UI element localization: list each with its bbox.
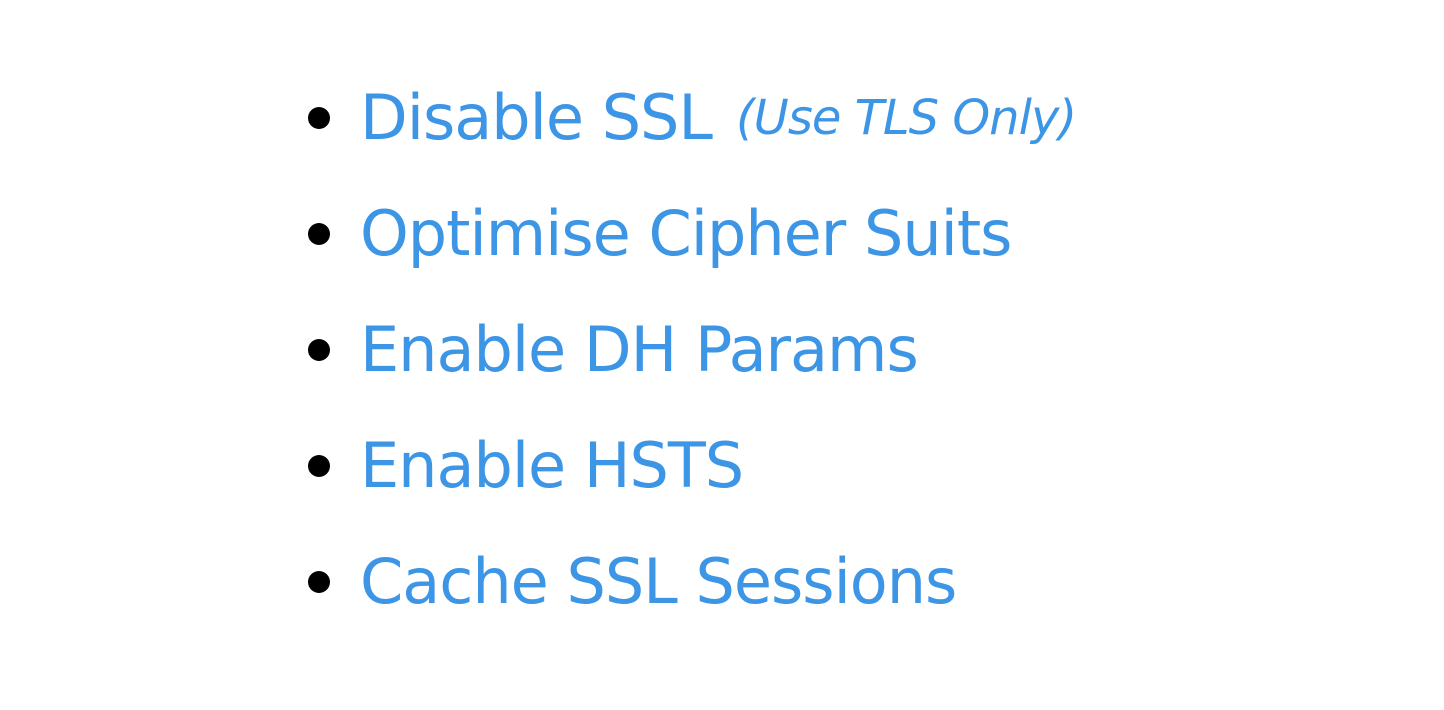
bullet-icon (308, 339, 330, 361)
bullet-list: Disable SSL (Use TLS Only) Optimise Ciph… (308, 60, 1077, 640)
list-item: Cache SSL Sessions (308, 524, 1076, 640)
list-item-text: Optimise Cipher Suits (360, 197, 1012, 270)
list-item: Enable HSTS (308, 408, 1076, 524)
bullet-icon (308, 455, 330, 477)
list-item: Optimise Cipher Suits (308, 176, 1076, 292)
slide: Disable SSL (Use TLS Only) Optimise Ciph… (0, 0, 1444, 710)
list-item-text: Enable DH Params (360, 313, 919, 386)
list-item-text: Disable SSL (360, 81, 713, 154)
list-item-note: (Use TLS Only) (735, 90, 1077, 146)
list-item: Enable DH Params (308, 292, 1076, 408)
bullet-icon (308, 223, 330, 245)
bullet-icon (308, 571, 330, 593)
bullet-icon (308, 107, 330, 129)
list-item-text: Enable HSTS (360, 429, 744, 502)
list-item-text: Cache SSL Sessions (360, 545, 957, 618)
list-item: Disable SSL (Use TLS Only) (308, 60, 1077, 176)
